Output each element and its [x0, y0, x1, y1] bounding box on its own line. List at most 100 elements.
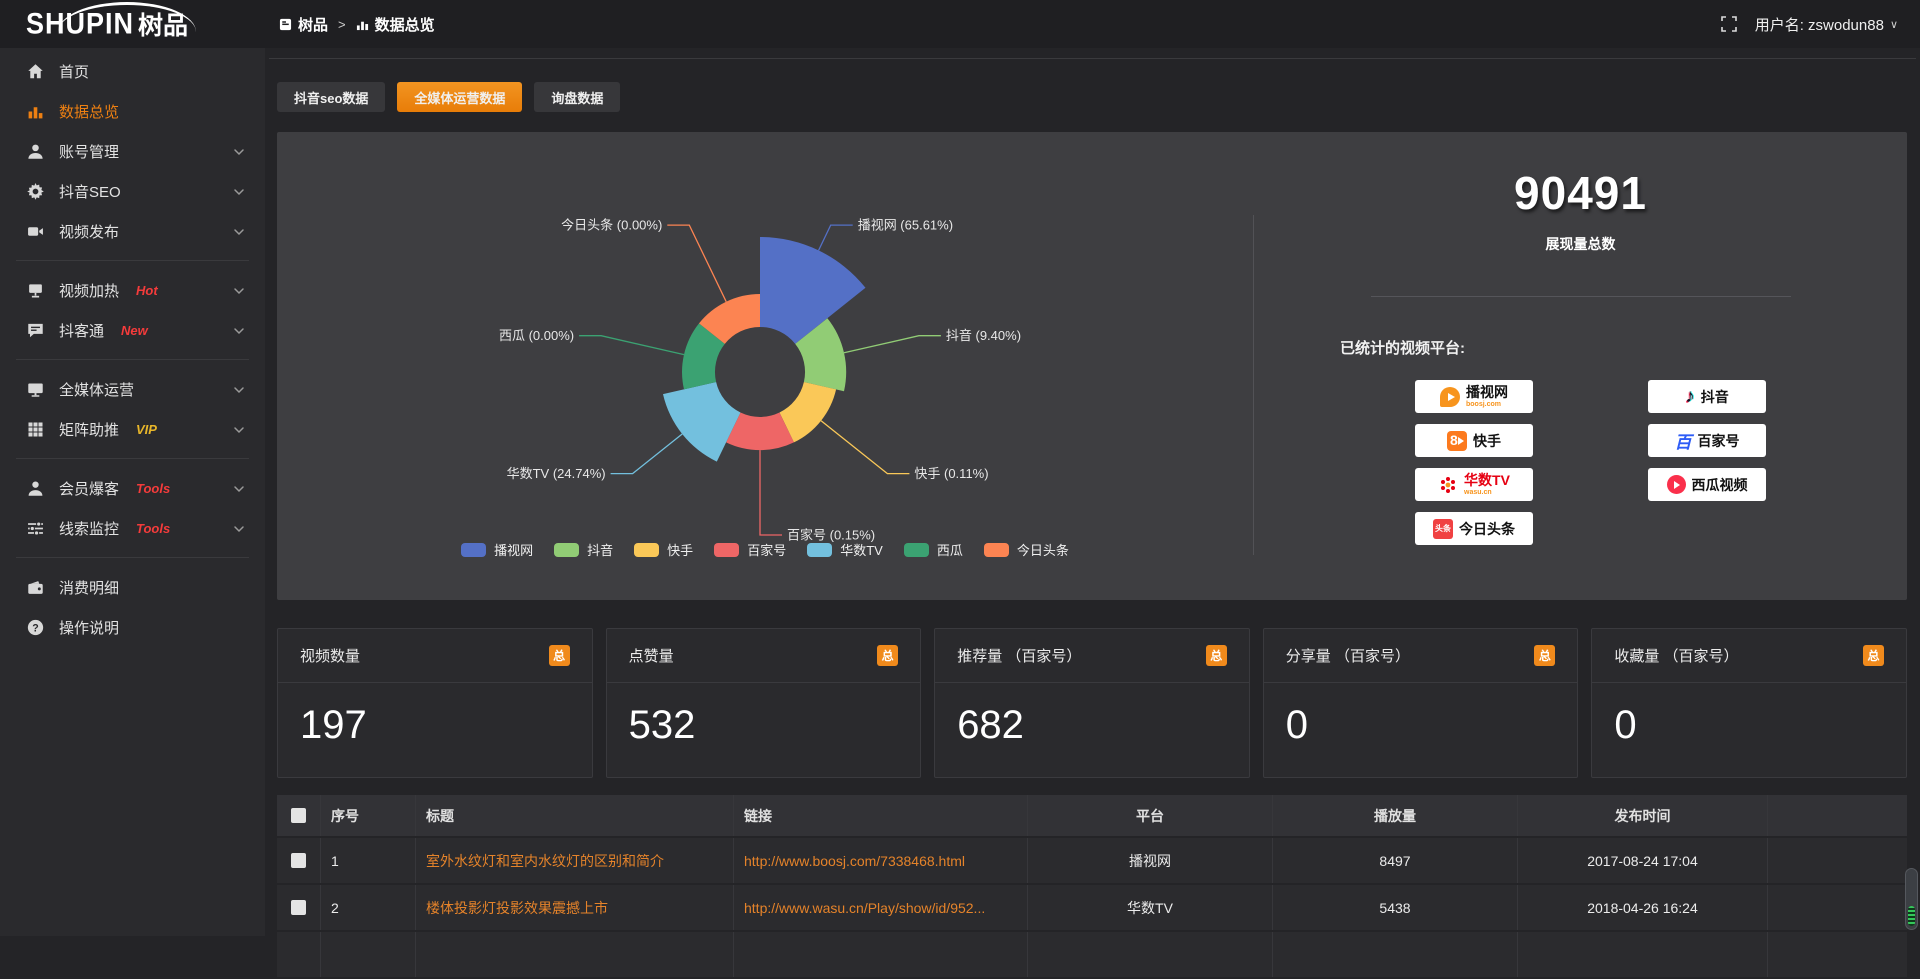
user-icon	[27, 143, 44, 160]
sidebar-item-视频加热[interactable]: 视频加热Hot	[0, 270, 265, 310]
breadcrumb-home[interactable]: 树品	[279, 14, 328, 35]
sidebar-item-抖音SEO[interactable]: 抖音SEO	[0, 171, 265, 211]
overview-panel: 播视网 (65.61%)抖音 (9.40%)快手 (0.11%)百家号 (0.1…	[277, 132, 1907, 600]
board-icon	[27, 282, 44, 299]
legend-item-西瓜[interactable]: 西瓜	[904, 540, 963, 559]
pie-label: 西瓜 (0.00%)	[499, 328, 574, 343]
legend-item-今日头条[interactable]: 今日头条	[984, 540, 1069, 559]
sidebar-item-label: 抖音SEO	[59, 181, 121, 202]
legend-swatch	[807, 543, 832, 557]
legend-item-华数TV[interactable]: 华数TV	[807, 540, 883, 559]
fullscreen-icon[interactable]	[1721, 16, 1737, 32]
sidebar-item-会员爆客[interactable]: 会员爆客Tools	[0, 468, 265, 508]
main-content: 抖音seo数据全媒体运营数据询盘数据 播视网 (65.61%)抖音 (9.40%…	[265, 48, 1920, 936]
platform-name: 百家号	[1698, 431, 1740, 451]
bar-chart-icon	[356, 18, 369, 31]
sidebar-item-label: 全媒体运营	[59, 379, 134, 400]
pie-slice-华数TV[interactable]	[663, 382, 741, 462]
sidebar-item-账号管理[interactable]: 账号管理	[0, 131, 265, 171]
sidebar-item-消费明细[interactable]: 消费明细	[0, 567, 265, 607]
col-header: 链接	[734, 795, 1028, 836]
sidebar-item-矩阵助推[interactable]: 矩阵助推VIP	[0, 409, 265, 449]
cell-url-link[interactable]: http://www.boosj.com/7338468.html	[734, 838, 1028, 883]
sidebar-item-视频发布[interactable]: 视频发布	[0, 211, 265, 251]
table-row[interactable]: 2楼体投影灯投影效果震撼上市http://www.wasu.cn/Play/sh…	[277, 885, 1907, 932]
sidebar-item-label: 首页	[59, 61, 89, 82]
platform-name: 快手	[1473, 431, 1501, 451]
platform-name: 播视网	[1466, 385, 1508, 399]
pie-label: 快手 (0.11%)	[914, 466, 988, 481]
sidebar-item-线索监控[interactable]: 线索监控Tools	[0, 508, 265, 548]
sidebar-divider	[16, 260, 249, 261]
help-icon: ?	[27, 619, 44, 636]
app-logo[interactable]: SHUPIN 树品	[0, 0, 265, 48]
sidebar-item-全媒体运营[interactable]: 全媒体运营	[0, 369, 265, 409]
stat-card-title: 分享量 （百家号）	[1286, 645, 1410, 666]
douyin-logo-icon: ♪	[1685, 386, 1695, 408]
wasu-logo-icon	[1438, 475, 1458, 495]
user-menu[interactable]: 用户名: zswodun88 ∨	[1755, 14, 1898, 35]
legend-label: 抖音	[587, 540, 613, 559]
table-row[interactable]: 1室外水纹灯和室内水纹灯的区别和简介http://www.boosj.com/7…	[277, 838, 1907, 885]
impressions-total-value: 90491	[1254, 166, 1907, 220]
stat-card-title: 视频数量	[300, 645, 360, 666]
breadcrumb-current[interactable]: 数据总览	[356, 14, 435, 35]
sliders-icon	[27, 520, 44, 537]
platform-badge-百家号: 百百家号	[1648, 424, 1766, 457]
cell-title-link[interactable]: 楼体投影灯投影效果震撼上市	[416, 885, 734, 930]
legend-label: 百家号	[747, 540, 786, 559]
sidebar-item-抖客通[interactable]: 抖客通New	[0, 310, 265, 350]
select-all-checkbox[interactable]	[291, 808, 306, 823]
tab-全媒体运营数据[interactable]: 全媒体运营数据	[397, 82, 522, 112]
platform-badge-播视网: 播视网boosj.com	[1415, 380, 1533, 413]
legend-item-抖音[interactable]: 抖音	[554, 540, 613, 559]
platform-name: 抖音	[1701, 387, 1729, 407]
legend-item-播视网[interactable]: 播视网	[461, 540, 533, 559]
platforms-title: 已统计的视频平台:	[1340, 337, 1907, 358]
stat-card-分享量 （百家号）: 分享量 （百家号）总0	[1263, 628, 1579, 778]
row-checkbox[interactable]	[291, 900, 306, 915]
chevron-down-icon	[233, 383, 245, 395]
row-checkbox[interactable]	[291, 853, 306, 868]
stat-card-value: 532	[607, 683, 921, 748]
platform-badge-华数TV: 华数TVwasu.cn	[1415, 468, 1533, 501]
table-row-partial[interactable]	[277, 932, 1907, 979]
legend-item-百家号[interactable]: 百家号	[714, 540, 786, 559]
legend-label: 华数TV	[840, 540, 883, 559]
cell-time: 2018-04-26 16:24	[1518, 885, 1768, 930]
tab-抖音seo数据[interactable]: 抖音seo数据	[277, 82, 385, 112]
legend-swatch	[904, 543, 929, 557]
scrollbar-widget[interactable]	[1905, 868, 1918, 930]
cell-time: 2017-08-24 17:04	[1518, 838, 1768, 883]
sidebar-item-数据总览[interactable]: 数据总览	[0, 91, 265, 131]
header-checkbox-cell	[277, 795, 321, 836]
chevron-down-icon	[233, 482, 245, 494]
impressions-total-label: 展现量总数	[1254, 234, 1907, 254]
sidebar-item-首页[interactable]: 首页	[0, 51, 265, 91]
legend-swatch	[634, 543, 659, 557]
cell-plays: 8497	[1273, 838, 1518, 883]
stat-card-value: 0	[1592, 683, 1906, 748]
chart-icon	[27, 103, 44, 120]
cell-title-link[interactable]: 室外水纹灯和室内水纹灯的区别和简介	[416, 838, 734, 883]
cell-platform: 华数TV	[1028, 885, 1273, 930]
rose-chart: 播视网 (65.61%)抖音 (9.40%)快手 (0.11%)百家号 (0.1…	[277, 132, 1253, 600]
stat-card-点赞量: 点赞量总532	[606, 628, 922, 778]
stat-card-推荐量 （百家号）: 推荐量 （百家号）总682	[934, 628, 1250, 778]
cell-seq: 2	[321, 885, 416, 930]
stat-card-视频数量: 视频数量总197	[277, 628, 593, 778]
legend-item-快手[interactable]: 快手	[634, 540, 693, 559]
col-header: 标题	[416, 795, 734, 836]
label-line	[579, 336, 684, 355]
tab-询盘数据[interactable]: 询盘数据	[534, 82, 620, 112]
pie-slice-播视网[interactable]	[760, 237, 866, 344]
cell-url-link[interactable]: http://www.wasu.cn/Play/show/id/952...	[734, 885, 1028, 930]
baijiahao-logo-icon: 百	[1675, 428, 1692, 453]
platform-badge-今日头条: 头条今日头条	[1415, 512, 1533, 545]
platform-badge-西瓜视频: 西瓜视频	[1648, 468, 1766, 501]
col-header: 播放量	[1273, 795, 1518, 836]
sidebar-item-操作说明[interactable]: ? 操作说明	[0, 607, 265, 647]
sidebar-item-label: 数据总览	[59, 101, 119, 122]
total-badge: 总	[1534, 645, 1555, 666]
sidebar-item-label: 操作说明	[59, 617, 119, 638]
